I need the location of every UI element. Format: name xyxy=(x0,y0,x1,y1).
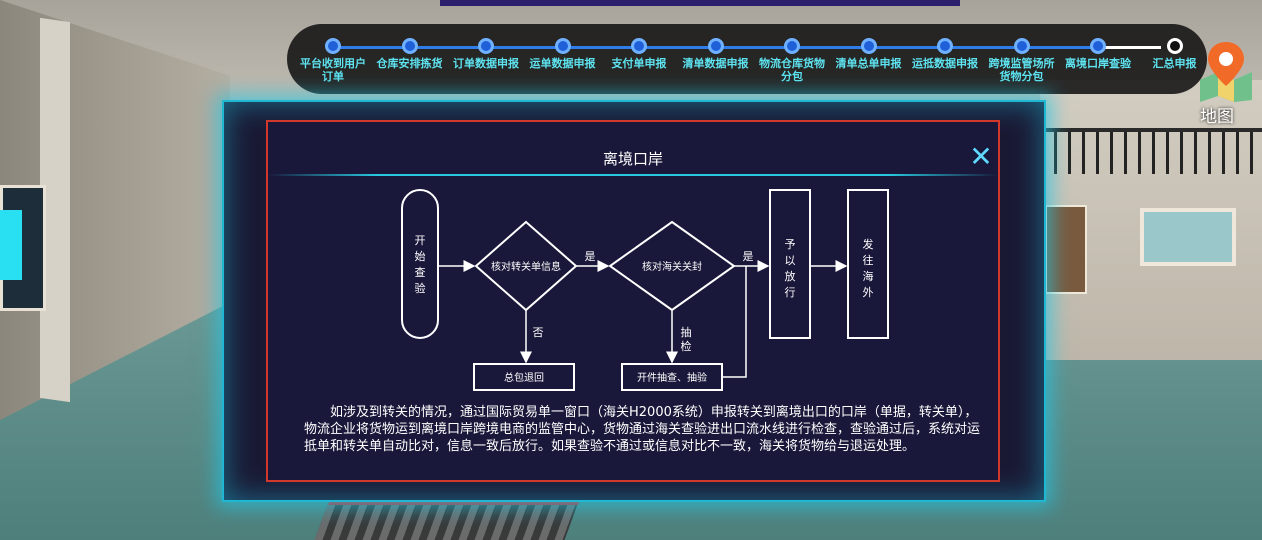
description-text: 如涉及到转关的情况，通过国际贸易单一窗口（海关H2000系统）申报转关到离境出口… xyxy=(304,405,981,454)
timeline-step-label: 离境口岸查验 xyxy=(1065,57,1131,70)
timeline-step-dot xyxy=(937,38,953,54)
timeline-step-dot xyxy=(631,38,647,54)
timeline-step-label: 运抵数据申报 xyxy=(912,57,978,70)
timeline-step-dot xyxy=(554,38,571,54)
timeline-step[interactable]: 离境口岸查验 xyxy=(1060,38,1136,70)
process-timeline: 平台收到用户订单 仓库安排拣货 订单数据申报 运单数据申报 支付单申报 清单数据申报 物流仓… xyxy=(287,24,1207,94)
timeline-step-label: 支付单申报 xyxy=(611,57,667,70)
right-door xyxy=(1045,205,1087,294)
arrow-check-release xyxy=(722,266,747,378)
map-pin-icon xyxy=(1200,42,1252,102)
title-divider xyxy=(268,174,998,176)
timeline-step-label: 物流仓库货物分包 xyxy=(759,57,825,83)
timeline-step[interactable]: 支付单申报 xyxy=(601,38,677,70)
timeline-step-label: 平台收到用户订单 xyxy=(300,57,366,83)
spot-check-edge-label: 抽检 xyxy=(681,325,692,353)
timeline-step-label: 仓库安排拣货 xyxy=(376,57,443,70)
timeline-step-dot xyxy=(860,38,877,54)
timeline-step[interactable]: 清单总单申报 xyxy=(831,38,907,70)
side-panel-tab[interactable] xyxy=(0,210,22,280)
timeline-step[interactable]: 跨境监管场所货物分包 xyxy=(984,38,1060,83)
no-label: 否 xyxy=(533,326,544,339)
right-window xyxy=(1140,208,1236,266)
timeline-step[interactable]: 物流仓库货物分包 xyxy=(754,38,830,83)
timeline-step-dot xyxy=(325,38,341,54)
release-label: 予以放行 xyxy=(785,238,796,299)
timeline-step-label: 清单总单申报 xyxy=(835,57,902,70)
modal-content: 离境口岸 ✕ 开始查验 核对转关单信息 核对海关关封 予以放行 发往海外 总包退… xyxy=(266,120,1000,482)
flowchart: 开始查验 核对转关单信息 核对海关关封 予以放行 发往海外 总包退回 开件抽查、… xyxy=(401,189,889,391)
timeline-step-dot xyxy=(784,38,800,54)
map-label: 地图 xyxy=(1200,107,1234,127)
timeline-step-dot xyxy=(478,38,494,54)
yes-label-2: 是 xyxy=(743,250,754,263)
return-label: 总包退回 xyxy=(504,371,544,384)
timeline-step[interactable]: 清单数据申报 xyxy=(678,38,754,70)
timeline-step-dot xyxy=(401,38,418,54)
railing xyxy=(1040,128,1262,174)
timeline-step-dot xyxy=(707,38,724,54)
timeline-step[interactable]: 仓库安排拣货 xyxy=(372,38,448,70)
timeline-step-label: 清单数据申报 xyxy=(682,57,749,70)
timeline-step-label: 订单数据申报 xyxy=(453,57,519,70)
timeline-step[interactable]: 运单数据申报 xyxy=(525,38,601,70)
yes-label-1: 是 xyxy=(585,250,596,263)
close-icon[interactable]: ✕ xyxy=(968,143,994,171)
timeline-step[interactable]: 运抵数据申报 xyxy=(907,38,983,70)
timeline-step-label: 运单数据申报 xyxy=(529,57,596,70)
timeline-step[interactable]: 平台收到用户订单 xyxy=(295,38,371,83)
ceiling-beam xyxy=(440,0,960,6)
map-button[interactable]: 地图 xyxy=(1196,40,1256,127)
start-label: 开始查验 xyxy=(415,234,426,295)
timeline-step[interactable]: 订单数据申报 xyxy=(448,38,524,70)
timeline-step-dot xyxy=(1166,38,1183,54)
timeline-step-label: 跨境监管场所货物分包 xyxy=(988,57,1055,83)
spot-check-label: 开件抽查、抽验 xyxy=(637,371,707,384)
decision-customs-seal-label: 核对海关关封 xyxy=(642,260,702,273)
modal-title: 离境口岸 xyxy=(602,150,663,168)
port-inspection-modal: 离境口岸 ✕ 开始查验 核对转关单信息 核对海关关封 予以放行 发往海外 总包退… xyxy=(222,100,1046,502)
timeline-step-dot xyxy=(1090,38,1106,54)
ship-label: 发往海外 xyxy=(863,237,874,299)
decision-transfer-doc-label: 核对转关单信息 xyxy=(491,260,561,273)
timeline-step-dot xyxy=(1013,38,1030,54)
start-node xyxy=(401,189,439,339)
